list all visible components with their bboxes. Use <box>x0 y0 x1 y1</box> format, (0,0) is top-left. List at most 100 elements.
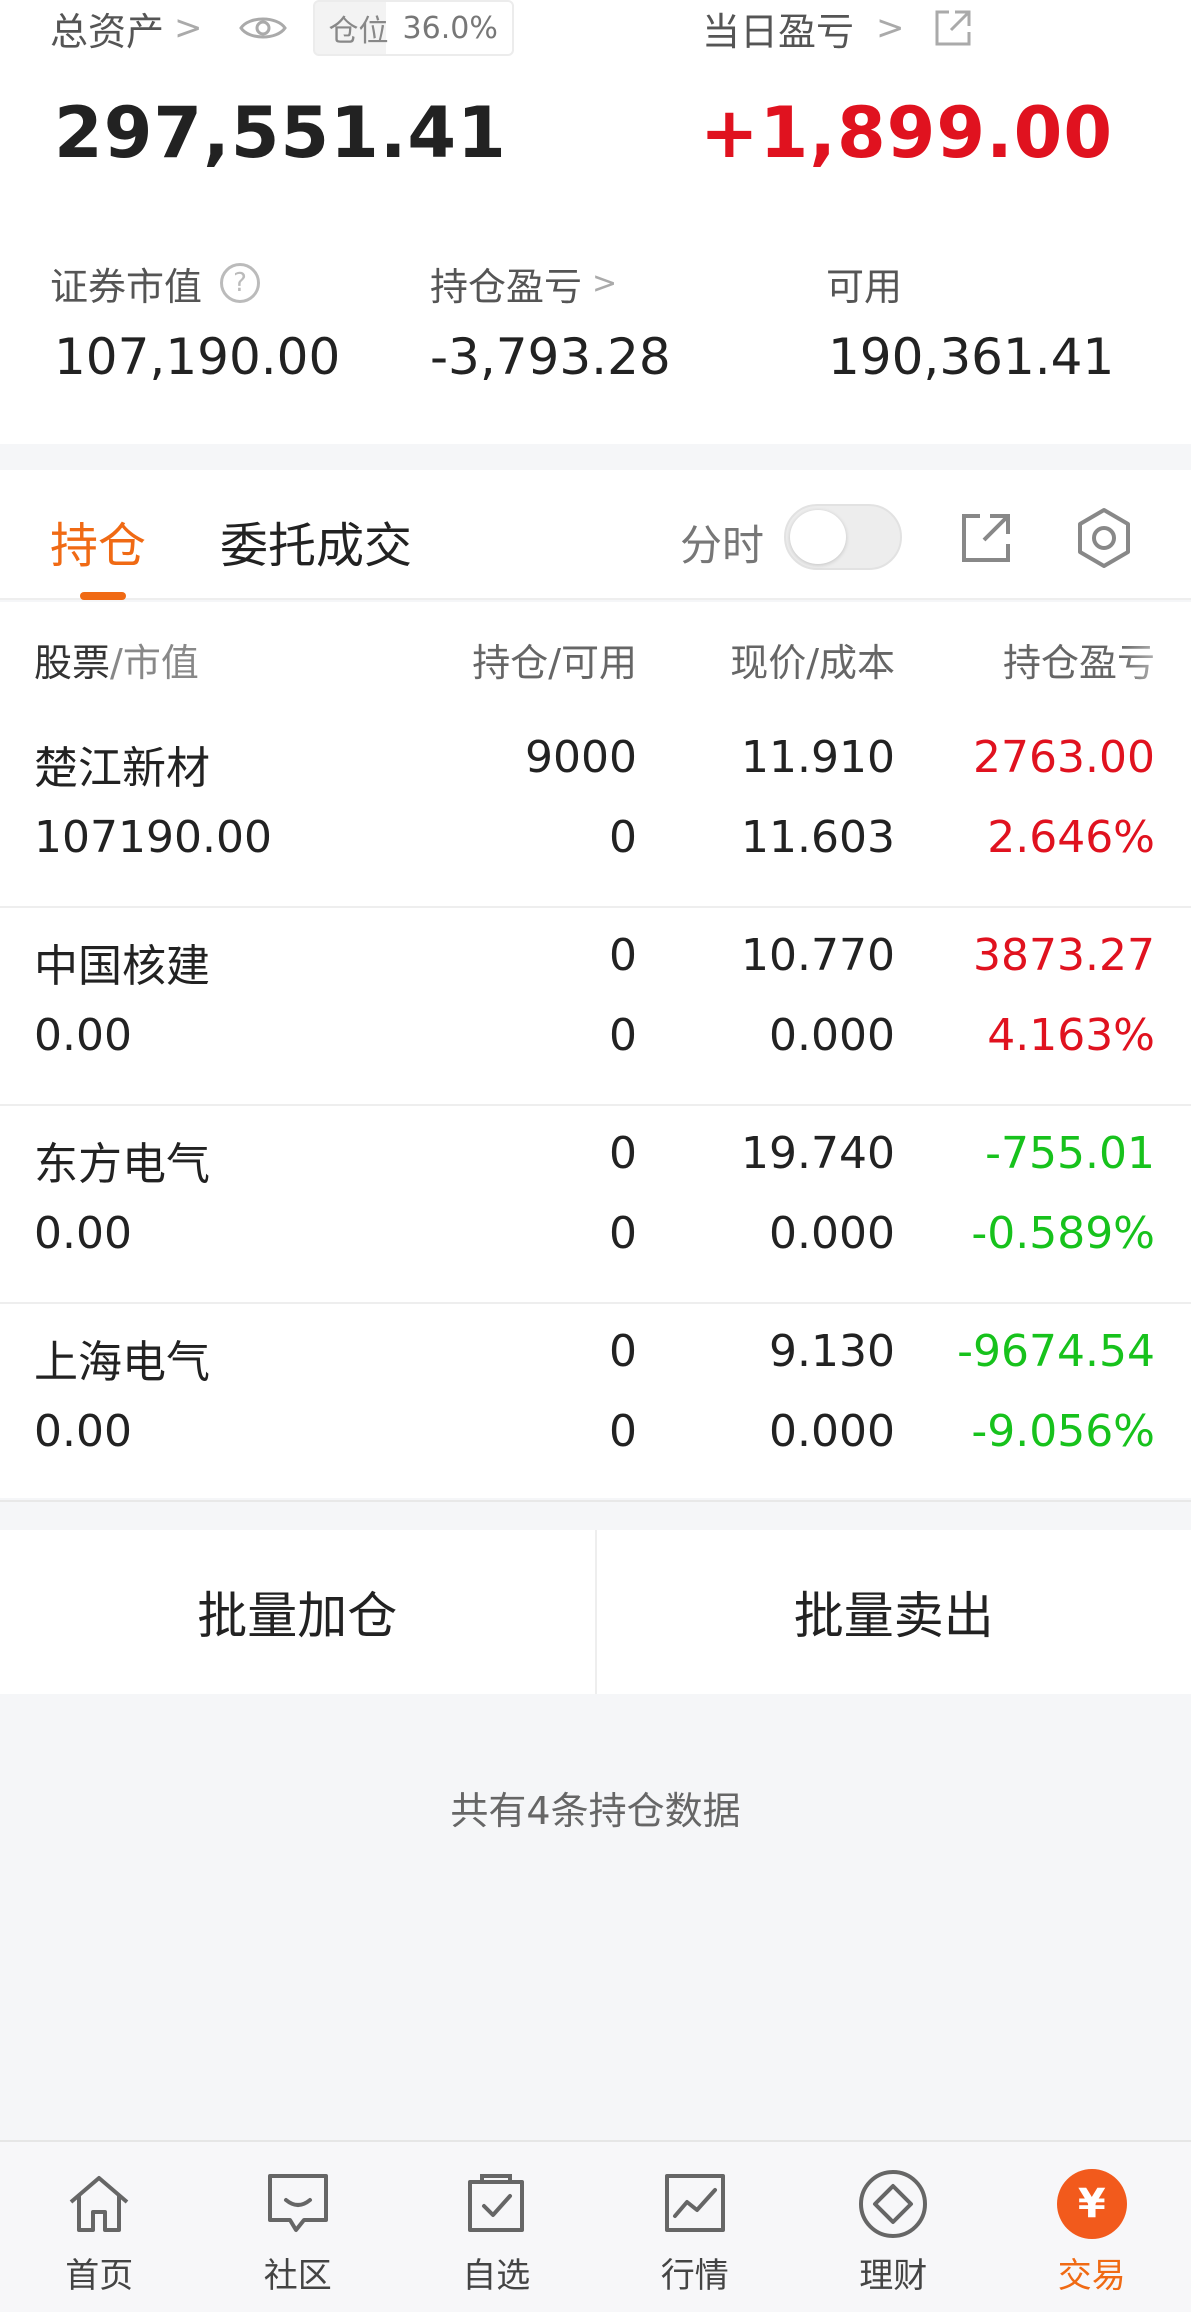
home-icon <box>63 2168 135 2240</box>
nav-label: 理财 <box>859 2256 928 2296</box>
pnl-percent: 4.163% <box>987 1010 1155 1061</box>
nav-label: 自选 <box>462 2256 531 2296</box>
holding-qty: 9000 <box>525 732 637 783</box>
nav-label: 社区 <box>263 2256 332 2296</box>
table-row[interactable]: 楚江新材 107190.00 9000 0 11.910 11.603 2763… <box>0 710 1191 908</box>
table-row[interactable]: 东方电气 0.00 0 0 19.740 0.000 -755.01 -0.58… <box>0 1106 1191 1304</box>
holding-qty: 0 <box>609 1128 637 1179</box>
nav-item-community[interactable]: 社区 <box>199 2142 398 2312</box>
eye-icon[interactable] <box>238 13 287 43</box>
pnl-percent: -0.589% <box>971 1208 1155 1259</box>
nav-item-market[interactable]: 行情 <box>596 2142 795 2312</box>
total-assets-value: 297,551.41 <box>54 92 507 174</box>
available-qty: 0 <box>609 812 637 863</box>
daily-pnl-value: +1,899.00 <box>700 92 1114 174</box>
diamond-icon <box>857 2168 929 2240</box>
available-label: 可用 <box>826 264 903 309</box>
table-header: 股票/市值 持仓/可用 现价/成本 持仓盈亏 <box>0 602 1191 710</box>
nav-item-home[interactable]: 首页 <box>0 2142 199 2312</box>
holdings-table: 股票/市值 持仓/可用 现价/成本 持仓盈亏 楚江新材 107190.00 90… <box>0 602 1191 1502</box>
daily-pnl-label: 当日盈亏 <box>702 9 855 54</box>
tab-holdings[interactable]: 持仓 <box>50 506 146 576</box>
securities-value-header: 证券市值 ? <box>50 256 261 310</box>
chevron-right-icon: > <box>876 8 905 48</box>
yen-icon: ¥ <box>1056 2168 1128 2240</box>
help-icon[interactable]: ? <box>220 263 261 303</box>
current-price: 11.910 <box>741 732 895 783</box>
pnl-amount: 3873.27 <box>973 930 1155 981</box>
stock-name: 中国核建 <box>34 941 210 992</box>
current-price: 19.740 <box>741 1128 895 1179</box>
market-value: 107190.00 <box>34 812 272 863</box>
cost-price: 0.000 <box>769 1208 895 1259</box>
stock-name: 楚江新材 <box>34 743 210 794</box>
cost-price: 11.603 <box>741 812 895 863</box>
current-price: 10.770 <box>741 930 895 981</box>
toggle-knob <box>790 510 846 564</box>
cost-price: 0.000 <box>769 1010 895 1061</box>
nav-label: 交易 <box>1057 2256 1126 2296</box>
table-row[interactable]: 中国核建 0.00 0 0 10.770 0.000 3873.27 4.163… <box>0 908 1191 1106</box>
table-row[interactable]: 上海电气 0.00 0 0 9.130 0.000 -9674.54 -9.05… <box>0 1304 1191 1502</box>
pnl-amount: 2763.00 <box>973 732 1155 783</box>
nav-label: 行情 <box>660 2256 729 2296</box>
market-value: 0.00 <box>34 1208 132 1259</box>
batch-sell-button[interactable]: 批量卖出 <box>597 1530 1191 1694</box>
position-label: 仓位 <box>328 14 389 49</box>
account-summary: 总资产 > 仓位 36.0% 当日盈亏 > 297,551.41 +1,899.… <box>0 0 1191 444</box>
nav-label: 首页 <box>65 2256 134 2296</box>
securities-value: 107,190.00 <box>54 328 341 386</box>
market-chart-icon <box>659 2168 731 2240</box>
pnl-amount: -9674.54 <box>957 1326 1155 1377</box>
batch-add-button[interactable]: 批量加仓 <box>0 1530 595 1694</box>
holding-pnl-header[interactable]: 持仓盈亏 > <box>430 256 617 310</box>
available-qty: 0 <box>609 1208 637 1259</box>
intraday-label: 分时 <box>680 521 765 570</box>
pnl-amount: -755.01 <box>985 1128 1155 1179</box>
available-value: 190,361.41 <box>828 328 1115 386</box>
available-qty: 0 <box>609 1406 637 1457</box>
holding-pnl-label: 持仓盈亏 <box>430 264 583 309</box>
pnl-percent: -9.056% <box>971 1406 1155 1457</box>
chevron-right-icon: > <box>174 8 203 48</box>
header-price-cost[interactable]: 现价/成本 <box>730 632 895 687</box>
position-ratio-badge: 仓位 36.0% <box>312 0 514 56</box>
nav-item-wealth[interactable]: 理财 <box>794 2142 993 2312</box>
market-value: 0.00 <box>34 1010 132 1061</box>
cost-price: 0.000 <box>769 1406 895 1457</box>
available-qty: 0 <box>609 1010 637 1061</box>
share-icon[interactable] <box>958 510 1014 566</box>
header-fade <box>1121 622 1191 692</box>
tab-bar: 持仓 委托成交 分时 <box>0 470 1191 600</box>
header-holding-available[interactable]: 持仓/可用 <box>472 632 637 687</box>
total-assets-label: 总资产 <box>50 9 165 54</box>
daily-pnl-header[interactable]: 当日盈亏 > <box>702 0 973 56</box>
securities-value-label: 证券市值 <box>50 264 203 309</box>
position-value: 36.0% <box>402 10 498 46</box>
tab-active-indicator <box>80 592 126 600</box>
share-icon[interactable] <box>933 8 973 48</box>
stock-name: 上海电气 <box>34 1337 210 1388</box>
nav-item-trade[interactable]: ¥ 交易 <box>993 2142 1191 2312</box>
current-price: 9.130 <box>769 1326 895 1377</box>
holding-qty: 0 <box>609 930 637 981</box>
available-header: 可用 <box>826 256 902 310</box>
total-assets-header[interactable]: 总资产 > 仓位 36.0% <box>50 0 514 56</box>
holding-pnl-value: -3,793.28 <box>430 328 671 386</box>
batch-actions: 批量加仓 批量卖出 <box>0 1530 1191 1694</box>
holding-qty: 0 <box>609 1326 637 1377</box>
chevron-right-icon: > <box>592 265 618 301</box>
bottom-nav: 首页 社区 自选 行情 理财 ¥ 交易 <box>0 2140 1191 2312</box>
market-value: 0.00 <box>34 1406 132 1457</box>
chat-icon <box>262 2168 334 2240</box>
yen-circle: ¥ <box>1056 2169 1127 2239</box>
header-stock[interactable]: 股票/市值 <box>34 632 199 687</box>
intraday-toggle[interactable] <box>784 504 902 570</box>
gear-icon[interactable] <box>1072 506 1136 570</box>
nav-item-watchlist[interactable]: 自选 <box>397 2142 596 2312</box>
tab-orders[interactable]: 委托成交 <box>220 506 412 576</box>
watchlist-icon <box>460 2168 532 2240</box>
pnl-percent: 2.646% <box>987 812 1155 863</box>
stock-name: 东方电气 <box>34 1139 210 1190</box>
holdings-count-text: 共有4条持仓数据 <box>450 1789 741 1833</box>
